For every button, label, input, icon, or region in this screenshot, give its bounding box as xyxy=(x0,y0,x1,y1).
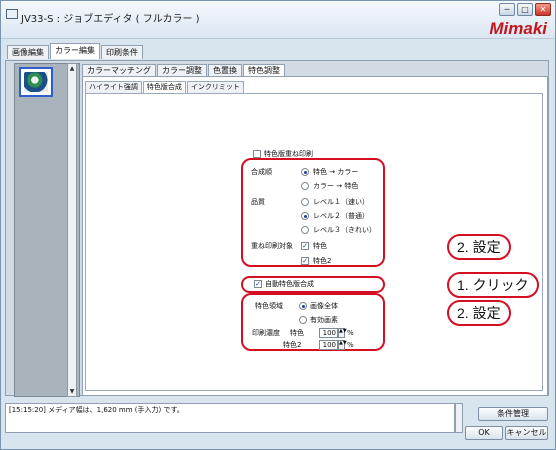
tab-ink-limit[interactable]: インクリミット xyxy=(186,81,244,93)
compose-option-2-radio[interactable] xyxy=(301,182,309,190)
window-title: JV33-S : ジョブエディタ ( フルカラー ) xyxy=(21,14,200,25)
quality-level-2-label: レベル２（普通） xyxy=(313,212,369,220)
print-density-label: 印刷濃度 xyxy=(252,329,280,337)
quality-level-3-label: レベル３（きれい） xyxy=(313,226,376,234)
minimize-button[interactable]: ─ xyxy=(499,3,515,16)
overlay-special-label: 特色 xyxy=(313,242,327,250)
density-special-label: 特色 xyxy=(290,329,304,337)
compose-order-label: 合成順 xyxy=(251,168,272,176)
density-special2-unit: % xyxy=(347,341,354,349)
compose-option-1-radio[interactable] xyxy=(301,168,309,176)
overlay-special2-label: 特色2 xyxy=(313,257,332,265)
area-whole-radio[interactable] xyxy=(299,302,307,310)
auto-compose-label: 自動特色版合成 xyxy=(265,280,314,288)
quality-level-3-radio[interactable] xyxy=(301,226,309,234)
density-special-spinner[interactable]: ▲▼ xyxy=(338,328,347,338)
area-whole-label: 画像全体 xyxy=(310,302,338,310)
thumbnail-image xyxy=(24,72,48,92)
density-special2-input[interactable]: 100 xyxy=(319,340,338,350)
status-scrollbar[interactable] xyxy=(455,403,463,433)
main-tabs: 画像編集 カラー編集 印刷条件 xyxy=(7,43,143,59)
density-special2-spinner[interactable]: ▲▼ xyxy=(338,340,347,350)
ok-button[interactable]: OK xyxy=(465,426,503,440)
quality-level-1-label: レベル１（速い） xyxy=(313,198,369,206)
tab-special-compose[interactable]: 特色版合成 xyxy=(142,81,186,93)
job-editor-window: JV33-S : ジョブエディタ ( フルカラー ) ─ □ ✕ Mimaki … xyxy=(0,0,556,450)
compose-option-2-label: カラー → 特色 xyxy=(313,182,359,190)
density-special2-label: 特色2 xyxy=(283,341,302,349)
density-special-unit: % xyxy=(347,329,354,337)
conditions-button[interactable]: 条件管理 xyxy=(478,407,548,421)
click-bubble: 1. クリック xyxy=(447,272,539,298)
scroll-up-icon[interactable]: ▲ xyxy=(68,64,76,73)
brand-logo: Mimaki xyxy=(489,19,547,38)
quality-label: 品質 xyxy=(251,198,265,206)
maximize-button[interactable]: □ xyxy=(517,3,533,16)
app-icon xyxy=(6,9,18,19)
overprint-checkbox[interactable] xyxy=(253,150,261,158)
settings-bubble-1: 2. 設定 xyxy=(447,234,511,260)
cancel-button[interactable]: キャンセル xyxy=(505,426,548,440)
tab-highlight[interactable]: ハイライト強調 xyxy=(85,81,142,93)
window-controls: ─ □ ✕ xyxy=(499,3,551,16)
thumbnail-scrollbar[interactable]: ▲ ▼ xyxy=(67,63,77,397)
area-valid-label: 有効画素 xyxy=(310,316,338,324)
density-special-input[interactable]: 100 xyxy=(319,328,338,338)
quality-level-1-radio[interactable] xyxy=(301,198,309,206)
status-log: [15:15:20] メディア幅は、1,620 mm (手入力) です。 xyxy=(5,403,455,433)
scroll-down-icon[interactable]: ▼ xyxy=(68,387,76,396)
overlay-special2-checkbox[interactable]: ✓ xyxy=(301,257,309,265)
special-area-label: 特色領域 xyxy=(255,302,283,310)
auto-compose-checkbox[interactable]: ✓ xyxy=(254,280,262,288)
thumbnail-selected[interactable] xyxy=(19,67,53,97)
tab-image-edit[interactable]: 画像編集 xyxy=(7,45,49,59)
settings-bubble-2: 2. 設定 xyxy=(447,300,511,326)
overlay-special-checkbox[interactable]: ✓ xyxy=(301,242,309,250)
area-valid-radio[interactable] xyxy=(299,316,307,324)
compose-option-1-label: 特色 → カラー xyxy=(313,168,359,176)
close-button[interactable]: ✕ xyxy=(535,3,551,16)
tab-color-edit[interactable]: カラー編集 xyxy=(50,43,100,59)
tab-print-conditions[interactable]: 印刷条件 xyxy=(101,45,143,59)
special-color-subtabs: ハイライト強調 特色版合成 インクリミット xyxy=(85,81,244,93)
overlay-target-label: 重ね印刷対象 xyxy=(251,242,293,250)
title-bar: JV33-S : ジョブエディタ ( フルカラー ) ─ □ ✕ Mimaki xyxy=(1,1,555,39)
quality-level-2-radio[interactable] xyxy=(301,212,309,220)
